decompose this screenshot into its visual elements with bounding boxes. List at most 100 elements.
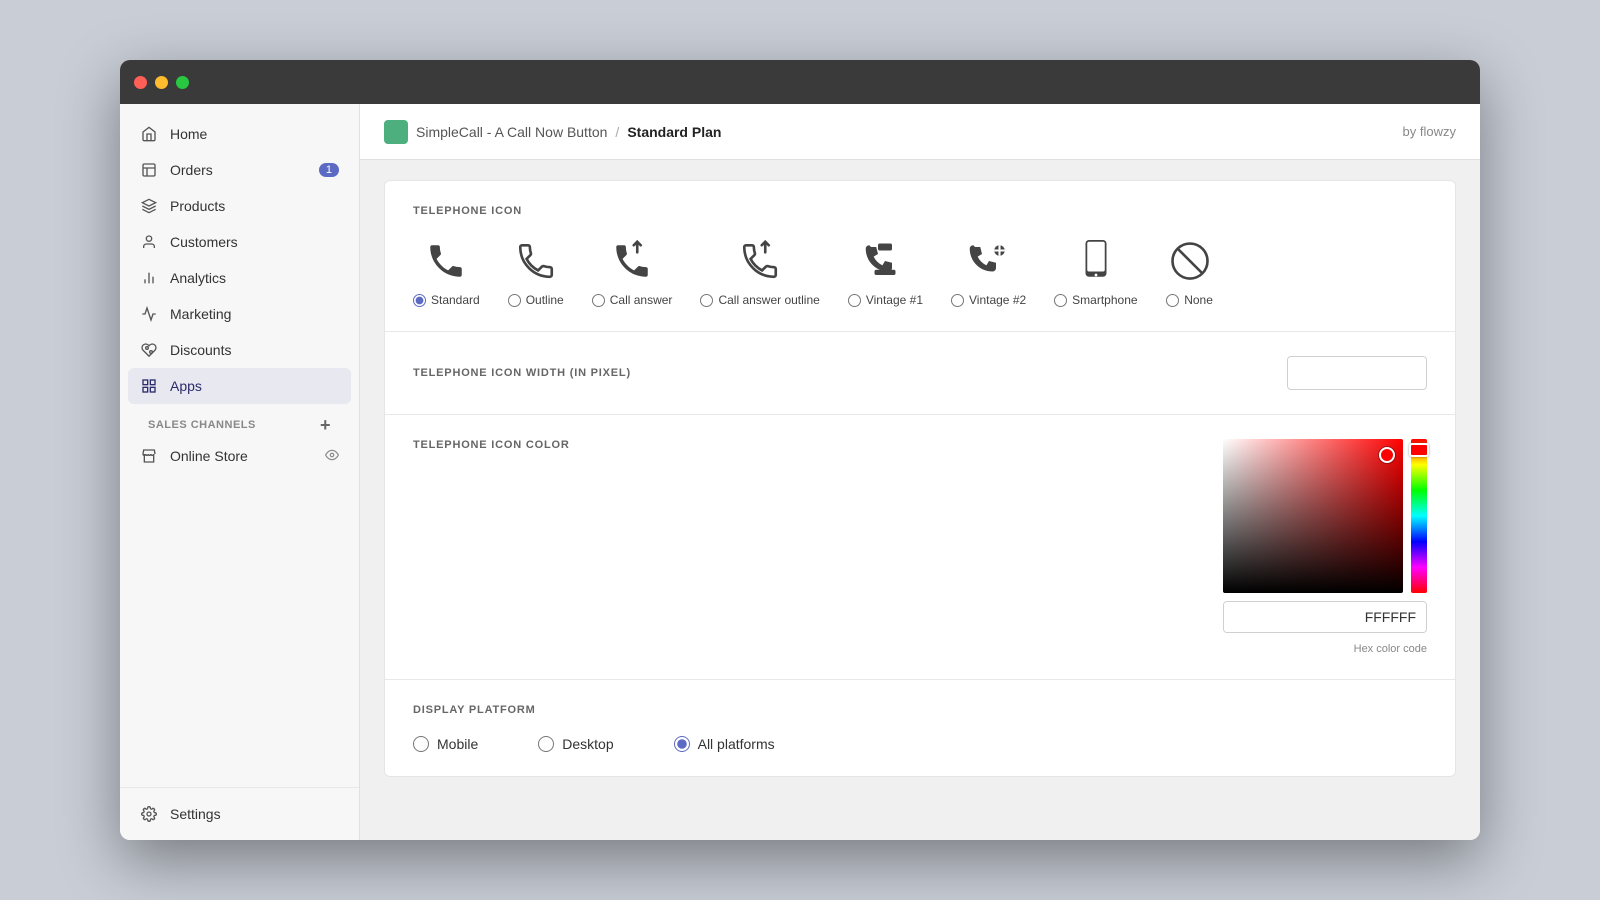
- sidebar-bottom: Settings: [120, 787, 359, 840]
- width-row: TELEPHONE ICON WIDTH (IN PIXEL) ▲ ▼: [413, 356, 1427, 390]
- platform-section: DISPLAY PLATFORM Mobile Desktop: [385, 680, 1455, 776]
- sidebar-item-orders[interactable]: Orders 1: [128, 152, 351, 188]
- platform-desktop[interactable]: Desktop: [538, 736, 613, 752]
- discounts-icon: [140, 341, 158, 359]
- hue-cursor: [1409, 443, 1429, 457]
- call-answer-outline-radio[interactable]: [700, 294, 713, 307]
- vintage1-label: Vintage #1: [866, 293, 923, 307]
- call-answer-radio-row[interactable]: Call answer: [592, 293, 673, 307]
- width-input[interactable]: [1288, 359, 1427, 387]
- settings-icon: [140, 805, 158, 823]
- icon-option-outline[interactable]: Outline: [508, 237, 564, 307]
- sales-channels-label: SALES CHANNELS: [148, 419, 256, 431]
- add-sales-channel-button[interactable]: +: [320, 416, 331, 434]
- none-radio[interactable]: [1166, 294, 1179, 307]
- outline-radio-row[interactable]: Outline: [508, 293, 564, 307]
- none-radio-row[interactable]: None: [1166, 293, 1213, 307]
- standard-radio[interactable]: [413, 294, 426, 307]
- smartphone-radio-row[interactable]: Smartphone: [1054, 293, 1137, 307]
- outline-label: Outline: [526, 293, 564, 307]
- standard-radio-row[interactable]: Standard: [413, 293, 480, 307]
- platform-mobile[interactable]: Mobile: [413, 736, 478, 752]
- standard-label: Standard: [431, 293, 480, 307]
- mobile-radio[interactable]: [413, 736, 429, 752]
- titlebar: [120, 60, 1480, 104]
- picker-row: [1223, 439, 1427, 593]
- color-section: TELEPHONE ICON COLOR: [385, 415, 1455, 680]
- all-platforms-radio[interactable]: [674, 736, 690, 752]
- color-section-label: TELEPHONE ICON COLOR: [413, 439, 570, 451]
- vintage1-radio-row[interactable]: Vintage #1: [848, 293, 923, 307]
- call-answer-outline-radio-row[interactable]: Call answer outline: [700, 293, 819, 307]
- sidebar: Home Orders 1: [120, 104, 360, 840]
- icon-option-call-answer-outline[interactable]: Call answer outline: [700, 237, 819, 307]
- standard-phone-icon: [422, 237, 470, 285]
- smartphone-icon: [1072, 237, 1120, 285]
- icon-option-call-answer[interactable]: Call answer: [592, 237, 673, 307]
- maximize-button[interactable]: [176, 76, 189, 89]
- vintage2-radio[interactable]: [951, 294, 964, 307]
- sidebar-item-marketing[interactable]: Marketing: [128, 296, 351, 332]
- content-area: TELEPHONE ICON: [360, 160, 1480, 840]
- sidebar-item-customers[interactable]: Customers: [128, 224, 351, 260]
- vintage2-radio-row[interactable]: Vintage #2: [951, 293, 1026, 307]
- apps-icon: [140, 377, 158, 395]
- eye-icon[interactable]: [325, 448, 339, 465]
- telephone-icon-label: TELEPHONE ICON: [413, 205, 1427, 217]
- hex-input[interactable]: [1224, 602, 1426, 632]
- vintage1-radio[interactable]: [848, 294, 861, 307]
- desktop-radio[interactable]: [538, 736, 554, 752]
- call-answer-icon: [608, 237, 656, 285]
- traffic-lights: [134, 76, 189, 89]
- hex-input-row: [1223, 601, 1427, 633]
- app-window: Home Orders 1: [120, 60, 1480, 840]
- desktop-label: Desktop: [562, 736, 613, 752]
- customers-icon: [140, 233, 158, 251]
- platform-section-label: DISPLAY PLATFORM: [413, 704, 1427, 716]
- settings-panel: TELEPHONE ICON: [384, 180, 1456, 777]
- sidebar-item-label: Settings: [170, 806, 221, 822]
- icon-option-standard[interactable]: Standard: [413, 237, 480, 307]
- vintage2-phone-icon: [965, 237, 1013, 285]
- hue-strip[interactable]: [1411, 439, 1427, 593]
- breadcrumb-current: Standard Plan: [627, 124, 721, 140]
- width-input-wrap: ▲ ▼: [1287, 356, 1427, 390]
- orders-badge: 1: [319, 163, 339, 177]
- sidebar-item-online-store[interactable]: Online Store: [128, 438, 351, 474]
- call-answer-outline-icon: [736, 237, 784, 285]
- icon-option-none[interactable]: None: [1166, 237, 1214, 307]
- topbar: SimpleCall - A Call Now Button / Standar…: [360, 104, 1480, 160]
- sidebar-item-settings[interactable]: Settings: [128, 796, 351, 832]
- outline-phone-icon: [512, 237, 560, 285]
- smartphone-radio[interactable]: [1054, 294, 1067, 307]
- app-body: Home Orders 1: [120, 104, 1480, 840]
- sidebar-item-apps[interactable]: Apps: [128, 368, 351, 404]
- smartphone-label: Smartphone: [1072, 293, 1137, 307]
- sidebar-item-label: Marketing: [170, 306, 231, 322]
- sidebar-item-products[interactable]: Products: [128, 188, 351, 224]
- all-platforms-label: All platforms: [698, 736, 775, 752]
- breadcrumb-app-name: SimpleCall - A Call Now Button: [416, 124, 607, 140]
- width-section: TELEPHONE ICON WIDTH (IN PIXEL) ▲ ▼: [385, 332, 1455, 415]
- main-content: SimpleCall - A Call Now Button / Standar…: [360, 104, 1480, 840]
- minimize-button[interactable]: [155, 76, 168, 89]
- outline-radio[interactable]: [508, 294, 521, 307]
- none-label: None: [1184, 293, 1213, 307]
- color-picker-area: Hex color code: [1223, 439, 1427, 655]
- platform-all[interactable]: All platforms: [674, 736, 775, 752]
- color-gradient-picker[interactable]: [1223, 439, 1403, 593]
- sidebar-item-label: Analytics: [170, 270, 226, 286]
- products-icon: [140, 197, 158, 215]
- sidebar-item-home[interactable]: Home: [128, 116, 351, 152]
- icon-option-vintage1[interactable]: Vintage #1: [848, 237, 923, 307]
- sidebar-item-analytics[interactable]: Analytics: [128, 260, 351, 296]
- icon-option-vintage2[interactable]: Vintage #2: [951, 237, 1026, 307]
- sidebar-item-discounts[interactable]: Discounts: [128, 332, 351, 368]
- breadcrumb-separator: /: [615, 124, 619, 140]
- close-button[interactable]: [134, 76, 147, 89]
- sidebar-nav: Home Orders 1: [120, 116, 359, 787]
- call-answer-outline-label: Call answer outline: [718, 293, 819, 307]
- icon-option-smartphone[interactable]: Smartphone: [1054, 237, 1137, 307]
- call-answer-radio[interactable]: [592, 294, 605, 307]
- vintage2-label: Vintage #2: [969, 293, 1026, 307]
